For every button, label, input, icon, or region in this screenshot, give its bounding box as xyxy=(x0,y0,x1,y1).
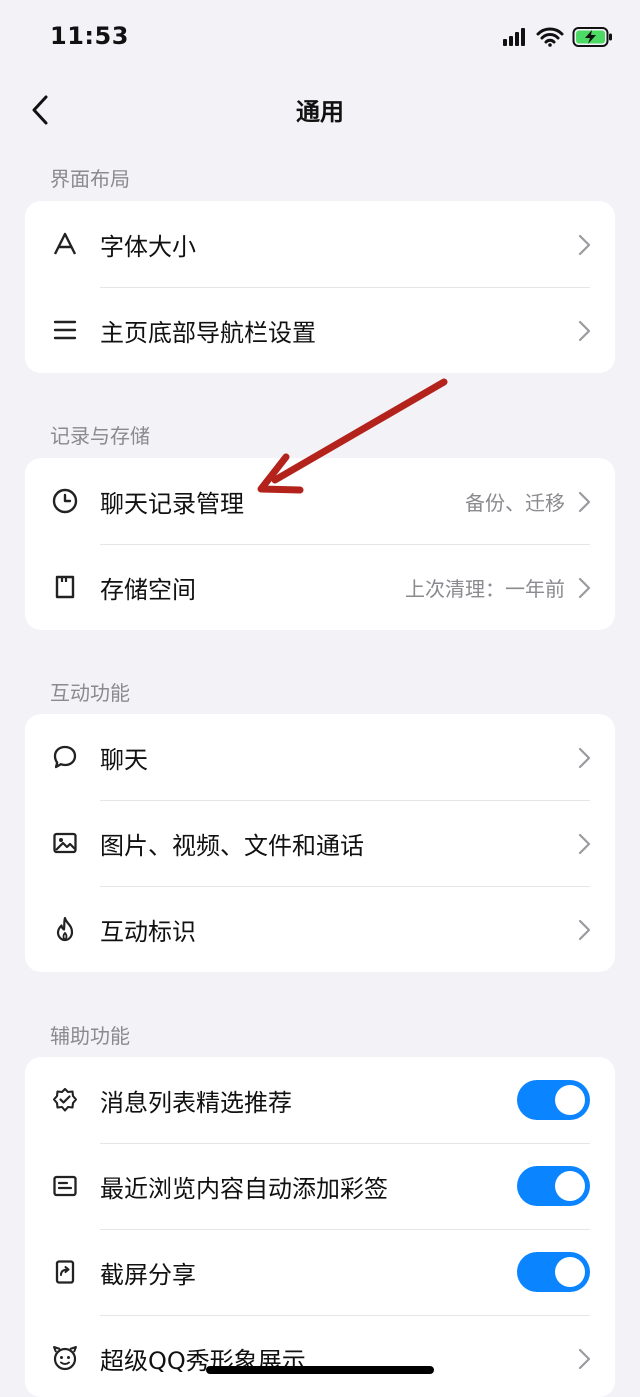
row-media-files-calls[interactable]: 图片、视频、文件和通话 xyxy=(25,800,615,886)
toggle-knob xyxy=(555,1171,585,1201)
row-screenshot-share: 截屏分享 xyxy=(25,1229,615,1315)
note-card-icon xyxy=(51,1172,79,1200)
row-label: 最近浏览内容自动添加彩签 xyxy=(100,1174,388,1203)
row-chat[interactable]: 聊天 xyxy=(25,714,615,800)
row-message-list-recommendations: 消息列表精选推荐 xyxy=(25,1057,615,1143)
chevron-right-icon xyxy=(578,491,591,513)
card-layout: 字体大小 主页底部导航栏设置 xyxy=(25,201,615,373)
row-chat-history-management[interactable]: 聊天记录管理 备份、迁移 xyxy=(25,458,615,544)
image-icon xyxy=(51,829,79,857)
storage-icon xyxy=(51,573,79,601)
row-label: 存储空间 xyxy=(100,575,196,604)
cellular-signal-icon xyxy=(503,28,525,46)
row-label: 聊天 xyxy=(100,745,148,774)
penguin-face-icon xyxy=(51,1344,79,1372)
chevron-right-icon xyxy=(578,1348,591,1370)
section-label-interaction: 互动功能 xyxy=(50,681,130,705)
font-size-icon xyxy=(51,230,79,258)
status-icons xyxy=(502,26,614,48)
chevron-right-icon xyxy=(578,833,591,855)
section-label-storage: 记录与存储 xyxy=(50,424,150,448)
status-time: 11:53 xyxy=(50,22,129,50)
section-label-layout: 界面布局 xyxy=(50,167,130,191)
card-accessibility: 消息列表精选推荐 最近浏览内容自动添加彩签 截屏分享 超级QQ秀形象展示 xyxy=(25,1057,615,1397)
chevron-right-icon xyxy=(578,919,591,941)
clock-icon xyxy=(51,487,79,515)
toggle-knob xyxy=(555,1085,585,1115)
row-label: 主页底部导航栏设置 xyxy=(100,318,316,347)
row-value: 上次清理：一年前 xyxy=(405,576,565,601)
badge-check-icon xyxy=(51,1086,79,1114)
toggle-switch[interactable] xyxy=(517,1080,590,1120)
toggle-switch[interactable] xyxy=(517,1252,590,1292)
page-title: 通用 xyxy=(296,98,344,126)
status-bar: 11:53 xyxy=(0,0,640,78)
section-label-accessibility: 辅助功能 xyxy=(50,1024,130,1048)
row-storage-space[interactable]: 存储空间 上次清理：一年前 xyxy=(25,544,615,630)
row-interaction-badges[interactable]: 互动标识 xyxy=(25,886,615,972)
row-label: 互动标识 xyxy=(100,917,196,946)
screenshot-share-icon xyxy=(51,1258,79,1286)
chat-bubble-icon xyxy=(51,743,79,771)
home-indicator xyxy=(206,1366,434,1374)
row-font-size[interactable]: 字体大小 xyxy=(25,201,615,287)
chevron-right-icon xyxy=(578,234,591,256)
row-label: 消息列表精选推荐 xyxy=(100,1088,292,1117)
wifi-icon xyxy=(536,27,564,47)
flame-icon xyxy=(51,915,79,943)
nav-bar: 通用 xyxy=(0,78,640,140)
card-interaction: 聊天 图片、视频、文件和通话 互动标识 xyxy=(25,714,615,972)
row-label: 截屏分享 xyxy=(100,1260,196,1289)
menu-lines-icon xyxy=(51,316,79,344)
battery-charging-icon xyxy=(572,27,612,47)
row-bottom-nav-settings[interactable]: 主页底部导航栏设置 xyxy=(25,287,615,373)
card-storage: 聊天记录管理 备份、迁移 存储空间 上次清理：一年前 xyxy=(25,458,615,630)
row-value: 备份、迁移 xyxy=(465,490,565,515)
chevron-right-icon xyxy=(578,320,591,342)
row-label: 字体大小 xyxy=(100,232,196,261)
toggle-knob xyxy=(555,1257,585,1287)
row-label: 图片、视频、文件和通话 xyxy=(100,831,364,860)
row-label: 聊天记录管理 xyxy=(100,489,244,518)
toggle-switch[interactable] xyxy=(517,1166,590,1206)
chevron-right-icon xyxy=(578,747,591,769)
chevron-right-icon xyxy=(578,577,591,599)
row-auto-add-color-tags: 最近浏览内容自动添加彩签 xyxy=(25,1143,615,1229)
